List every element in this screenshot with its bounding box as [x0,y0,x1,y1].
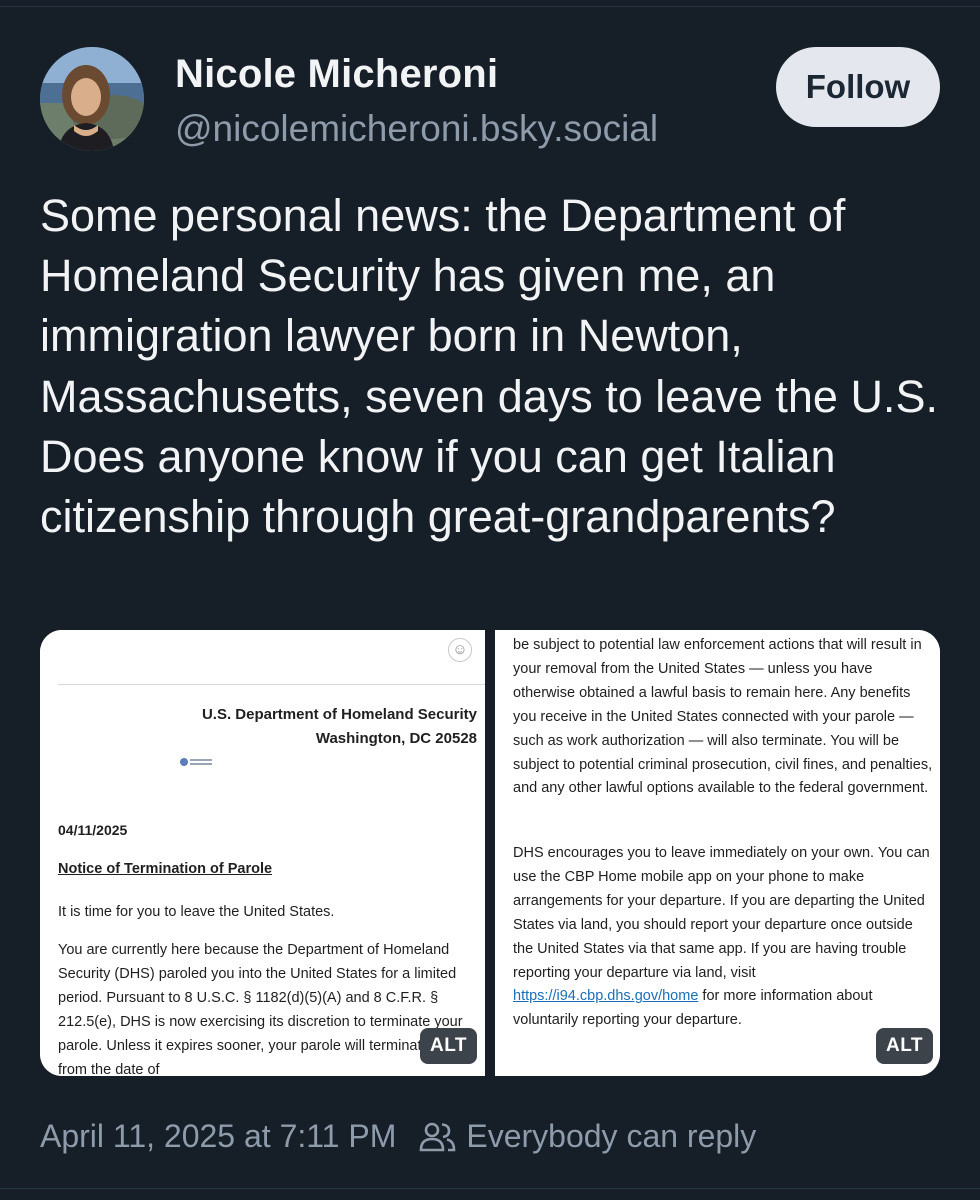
notice-paragraph-departure: DHS encourages you to leave immediately … [513,842,933,1033]
notice-date: 04/11/2025 [58,822,128,838]
bottom-divider [0,1188,980,1189]
dhs-logo-icon [180,756,214,768]
alt-text-button[interactable]: ALT [420,1028,478,1064]
agency-city: Washington, DC 20528 [315,730,477,747]
image-gap [485,630,495,1076]
image-notice-page-2[interactable]: be subject to potential law enforcement … [495,630,940,1076]
notice-paragraph-consequences: be subject to potential law enforcement … [513,637,933,797]
agency-name: U.S. Department of Homeland Security [201,706,477,723]
avatar[interactable] [40,47,144,151]
author-handle[interactable]: @nicolemicheroni.bsky.social [175,108,658,150]
emoji-reaction-icon: ☺ [448,638,472,662]
cbp-link[interactable]: https://i94.cbp.dhs.gov/home [513,988,698,1004]
follow-button[interactable]: Follow [776,47,940,127]
post-media: ☺ U.S. Department of Homeland Security W… [40,630,940,1076]
image-notice-page-1[interactable]: ☺ U.S. Department of Homeland Security W… [40,630,485,1076]
alt-text-button[interactable]: ALT [876,1028,934,1064]
profile-photo [40,47,144,151]
departure-text-before-link: DHS encourages you to leave immediately … [513,845,930,981]
reply-setting[interactable]: Everybody can reply [466,1118,756,1155]
notice-first-line: It is time for you to leave the United S… [58,904,335,920]
post-text: Some personal news: the Department of Ho… [40,190,938,543]
post-meta: April 11, 2025 at 7:11 PM Everybody can … [40,1114,756,1158]
post-timestamp: April 11, 2025 at 7:11 PM [40,1117,397,1154]
author-display-name[interactable]: Nicole Micheroni [175,52,498,97]
notice-heading: Notice of Termination of Parole [58,861,273,877]
people-icon [418,1120,456,1152]
document-divider [58,684,485,685]
top-divider [0,6,980,7]
